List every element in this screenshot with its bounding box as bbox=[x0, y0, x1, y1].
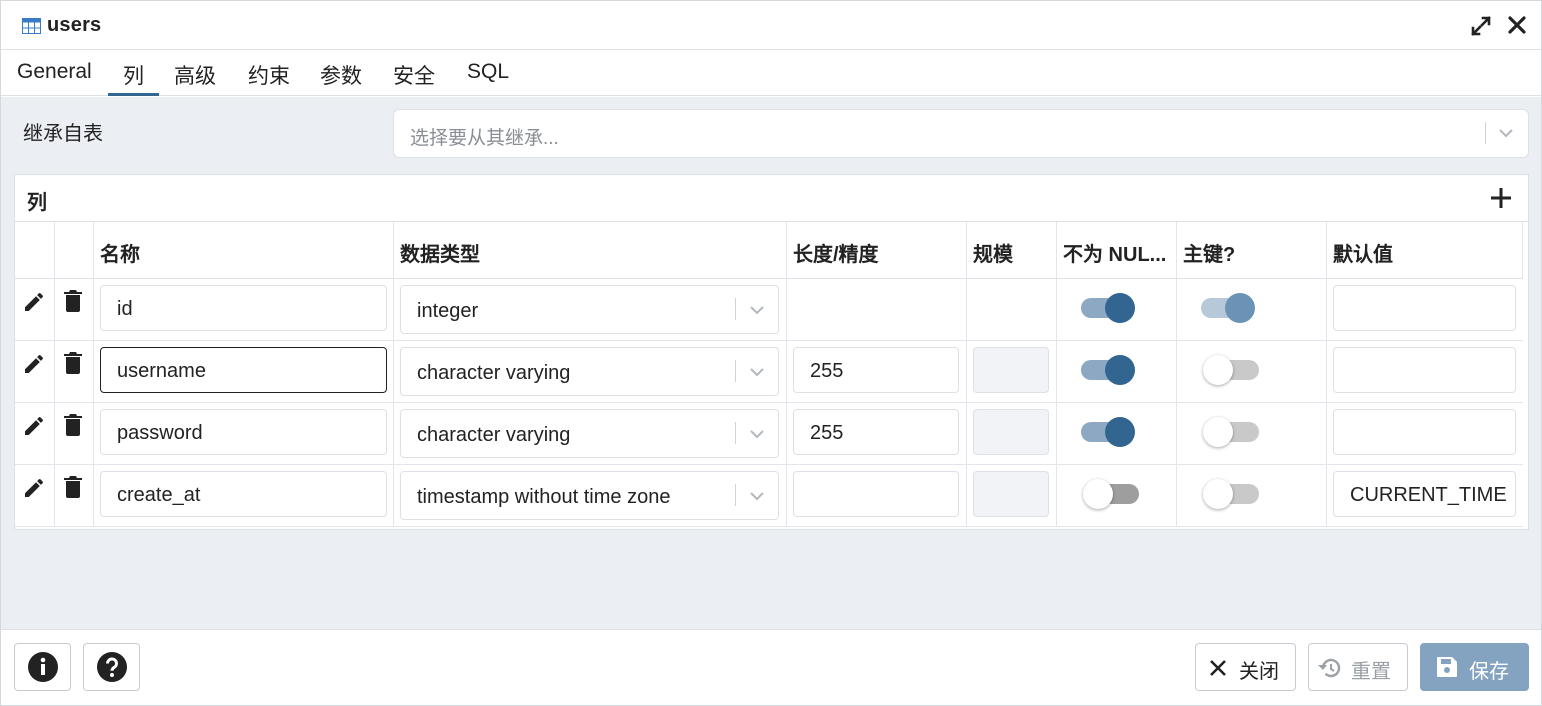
not-null-toggle[interactable] bbox=[1081, 355, 1135, 385]
columns-panel-title: 列 bbox=[27, 192, 47, 214]
tab-advanced[interactable]: 高级 bbox=[174, 60, 216, 96]
length-input[interactable]: 255 bbox=[793, 347, 959, 393]
delete-icon[interactable] bbox=[63, 289, 83, 313]
table-row: password character varying 255 bbox=[15, 403, 1523, 465]
table-row: create_at timestamp without time zone CU… bbox=[15, 465, 1523, 527]
dialog-footer: 关闭 重置 保存 bbox=[1, 629, 1541, 705]
maximize-icon[interactable] bbox=[1470, 15, 1492, 37]
info-button[interactable] bbox=[14, 643, 71, 691]
tab-bar: General 列 高级 约束 参数 安全 SQL bbox=[1, 50, 1541, 96]
header-default: 默认值 bbox=[1327, 222, 1523, 279]
primary-key-toggle[interactable] bbox=[1201, 293, 1255, 323]
data-type-select[interactable]: integer bbox=[400, 285, 779, 334]
dialog-title: users bbox=[47, 14, 102, 36]
primary-key-toggle[interactable] bbox=[1203, 355, 1259, 385]
scale-cell-empty bbox=[967, 279, 1057, 340]
add-icon[interactable] bbox=[1489, 186, 1513, 210]
columns-panel: 列 名称 数据类型 长度/精度 规模 不为 NUL... 主键? 默认值 id … bbox=[14, 174, 1529, 530]
header-not-null: 不为 NUL... bbox=[1057, 222, 1177, 279]
header-length: 长度/精度 bbox=[787, 222, 967, 279]
reset-button[interactable]: 重置 bbox=[1308, 643, 1408, 691]
scale-input bbox=[973, 471, 1049, 517]
header-primary-key: 主键? bbox=[1177, 222, 1327, 279]
inherit-select[interactable]: 选择要从其继承... bbox=[393, 109, 1529, 158]
tab-sql[interactable]: SQL bbox=[467, 60, 509, 96]
chevron-down-icon[interactable] bbox=[750, 430, 764, 439]
not-null-toggle[interactable] bbox=[1083, 479, 1139, 509]
not-null-toggle[interactable] bbox=[1081, 417, 1135, 447]
reset-icon bbox=[1318, 658, 1341, 678]
chevron-down-icon[interactable] bbox=[1499, 129, 1513, 138]
delete-icon[interactable] bbox=[63, 351, 83, 375]
header-delete bbox=[55, 222, 94, 279]
tab-columns[interactable]: 列 bbox=[108, 60, 159, 96]
scale-input bbox=[973, 347, 1049, 393]
length-input[interactable] bbox=[793, 471, 959, 517]
column-name-input[interactable]: username bbox=[100, 347, 387, 393]
info-icon bbox=[28, 652, 58, 682]
delete-icon[interactable] bbox=[63, 475, 83, 499]
table-dialog: users General 列 高级 约束 参数 安全 SQL 继承自表 选择要… bbox=[0, 0, 1542, 706]
default-value-input[interactable] bbox=[1333, 285, 1516, 331]
tab-parameters[interactable]: 参数 bbox=[320, 60, 362, 96]
header-scale: 规模 bbox=[967, 222, 1057, 279]
header-name: 名称 bbox=[94, 222, 394, 279]
inherit-placeholder: 选择要从其继承... bbox=[410, 128, 559, 149]
edit-icon[interactable] bbox=[22, 290, 46, 314]
columns-panel-header: 列 bbox=[15, 175, 1528, 222]
default-value-input[interactable] bbox=[1333, 409, 1516, 455]
chevron-down-icon[interactable] bbox=[750, 306, 764, 315]
close-button[interactable]: 关闭 bbox=[1195, 643, 1296, 691]
close-icon[interactable] bbox=[1507, 15, 1527, 35]
table-row: username character varying 255 bbox=[15, 341, 1523, 403]
column-name-input[interactable]: id bbox=[100, 285, 387, 331]
not-null-toggle[interactable] bbox=[1081, 293, 1135, 323]
primary-key-toggle[interactable] bbox=[1203, 417, 1259, 447]
save-button[interactable]: 保存 bbox=[1420, 643, 1529, 691]
data-type-select[interactable]: character varying bbox=[400, 409, 779, 458]
header-type: 数据类型 bbox=[394, 222, 787, 279]
edit-icon[interactable] bbox=[22, 352, 46, 376]
close-icon bbox=[1210, 660, 1226, 676]
default-value-input[interactable] bbox=[1333, 347, 1516, 393]
data-type-select[interactable]: character varying bbox=[400, 347, 779, 396]
tab-constraints[interactable]: 约束 bbox=[248, 60, 290, 96]
title-bar: users bbox=[1, 1, 1541, 50]
table-row: id integer bbox=[15, 279, 1523, 341]
inherit-label: 继承自表 bbox=[23, 123, 103, 145]
chevron-down-icon[interactable] bbox=[750, 492, 764, 501]
delete-icon[interactable] bbox=[63, 413, 83, 437]
chevron-down-icon[interactable] bbox=[750, 368, 764, 377]
primary-key-toggle[interactable] bbox=[1203, 479, 1259, 509]
save-icon bbox=[1437, 657, 1457, 677]
data-type-select[interactable]: timestamp without time zone bbox=[400, 471, 779, 520]
help-button[interactable] bbox=[83, 643, 140, 691]
edit-icon[interactable] bbox=[22, 476, 46, 500]
default-value-input[interactable]: CURRENT_TIME bbox=[1333, 471, 1516, 517]
header-edit bbox=[15, 222, 55, 279]
column-name-input[interactable]: password bbox=[100, 409, 387, 455]
table-icon bbox=[22, 18, 41, 34]
tab-general[interactable]: General bbox=[17, 60, 92, 96]
length-input[interactable]: 255 bbox=[793, 409, 959, 455]
help-icon bbox=[97, 652, 127, 682]
scale-input bbox=[973, 409, 1049, 455]
select-separator bbox=[1485, 122, 1486, 144]
tab-security[interactable]: 安全 bbox=[393, 60, 435, 96]
column-name-input[interactable]: create_at bbox=[100, 471, 387, 517]
length-cell-empty bbox=[787, 279, 967, 340]
edit-icon[interactable] bbox=[22, 414, 46, 438]
